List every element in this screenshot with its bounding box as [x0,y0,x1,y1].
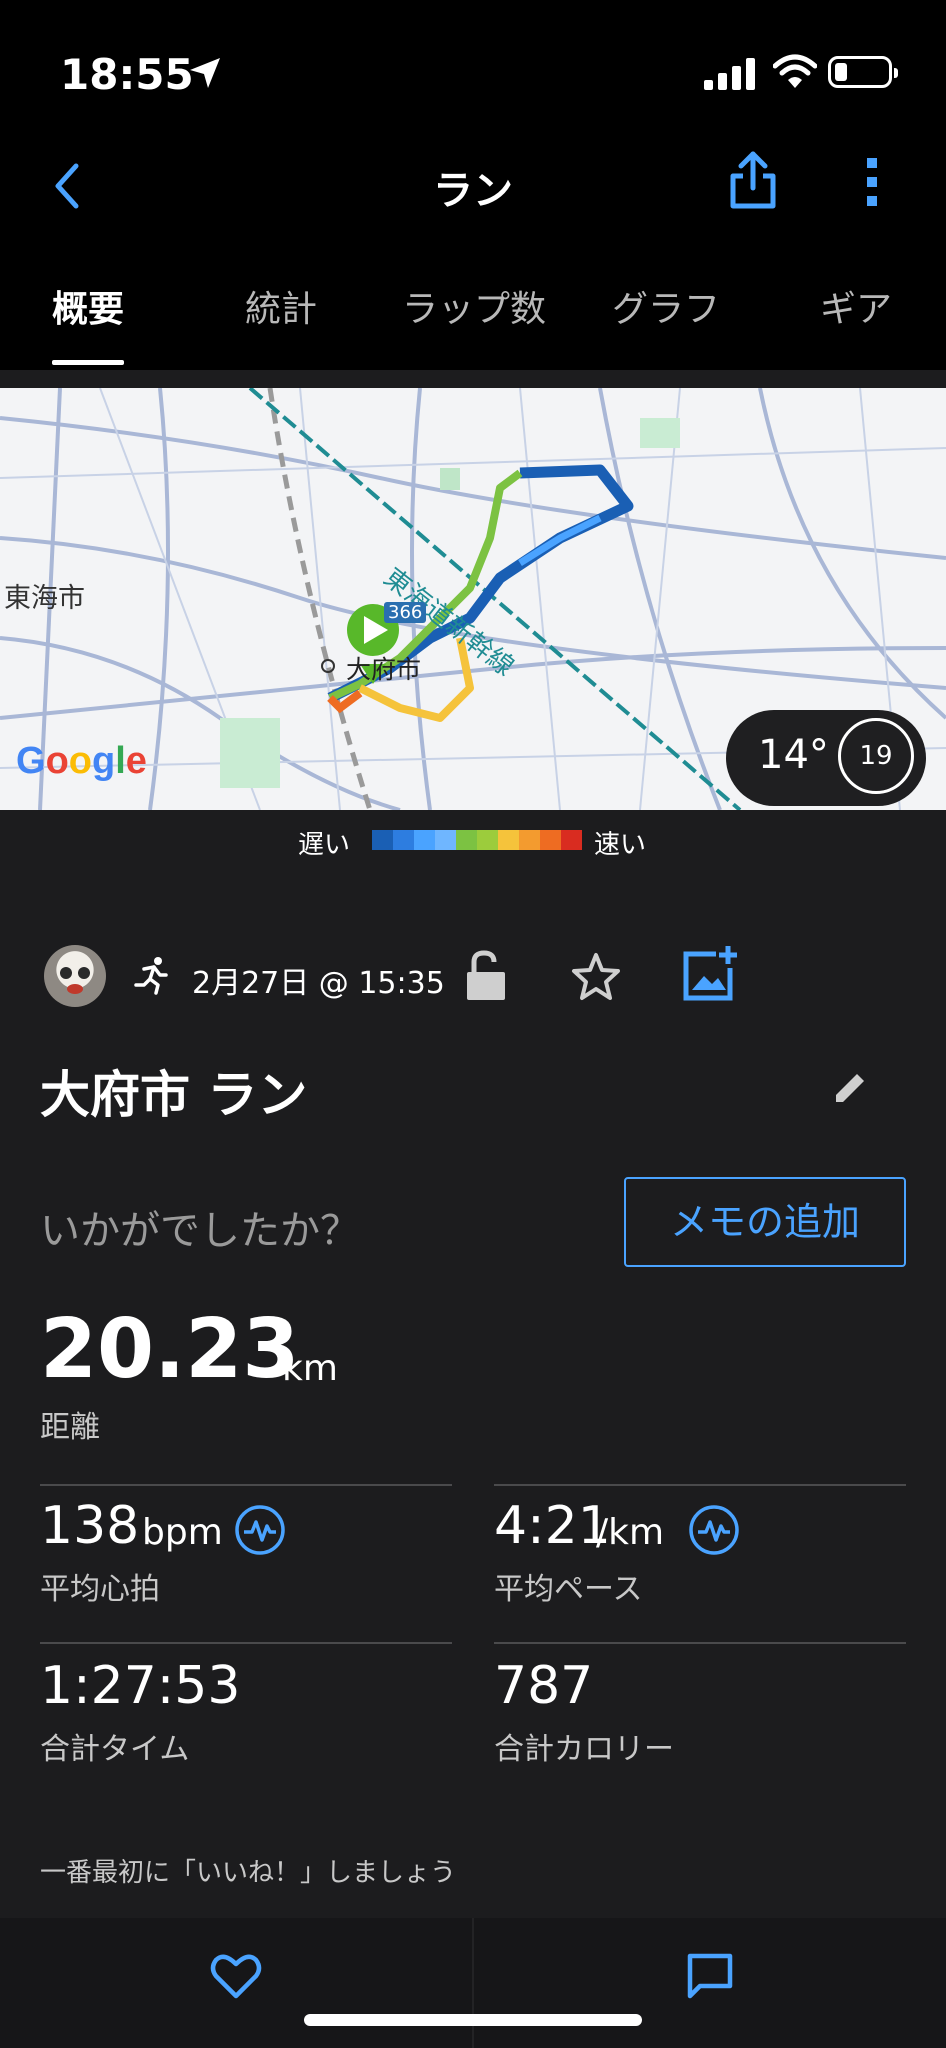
tab-graph[interactable]: グラフ [612,280,720,332]
unlock-icon[interactable] [464,950,508,1002]
legend-swatch [435,830,456,850]
status-time: 18:55 [60,50,194,99]
temperature: 14° [758,732,829,778]
distance-value: 20.23 [40,1302,300,1397]
tab-laps[interactable]: ラップ数 [402,280,546,332]
map-label-tokai: 東海市 [4,583,85,614]
avg-hr-label: 平均心拍 [40,1572,160,1607]
page-title: ラン [433,168,513,214]
heart-icon[interactable] [210,1952,262,2000]
star-icon[interactable] [570,952,622,1002]
battery-icon [828,56,898,88]
distance-unit: km [282,1348,338,1389]
map-label-obu: 大府市 [346,655,422,684]
google-logo: Google [16,740,147,782]
legend-swatch [393,830,414,850]
avg-pace-label: 平均ペース [494,1572,643,1607]
avg-pace-unit: /km [596,1512,665,1553]
tab-gear[interactable]: ギア [820,280,892,332]
calories-value: 787 [494,1656,594,1716]
add-memo-button[interactable]: メモの追加 [624,1177,906,1267]
divider [494,1484,906,1486]
activity-title: 大府市 ラン [40,1066,308,1124]
legend-swatch [477,830,498,850]
tab-bar: 概要 統計 ラップ数 グラフ ギア [0,270,946,370]
tab-stats[interactable]: 統計 [245,280,317,332]
legend-swatch [540,830,561,850]
legend-swatch [498,830,519,850]
distance-label: 距離 [40,1410,100,1445]
legend-fast-label: 速い [594,830,647,860]
feeling-prompt: いかがでしたか？ [40,1208,360,1254]
avg-pace-value: 4:21 [494,1496,611,1556]
avg-hr-value: 138 [40,1496,140,1556]
tab-overview[interactable]: 概要 [52,280,124,332]
divider [494,1642,906,1644]
clock-value: 19 [859,741,893,771]
location-arrow-icon [190,58,220,88]
add-photo-icon[interactable] [682,946,738,1002]
total-time-value: 1:27:53 [40,1656,241,1716]
pace-legend-bar [372,830,582,850]
divider [40,1642,452,1644]
activity-date: 2月27日 @ 15:35 [192,966,445,1001]
calories-label: 合計カロリー [494,1732,674,1767]
share-icon[interactable] [725,148,781,212]
legend-slow-label: 遅い [298,830,351,860]
like-first-prompt: 一番最初に「いいね！」しましょう [40,1858,457,1888]
legend-swatch [561,830,582,850]
running-icon [134,957,168,995]
divider [472,1918,474,2048]
edit-pencil-icon[interactable] [830,1068,870,1108]
legend-swatch [519,830,540,850]
road-shield: 366 [384,602,427,623]
legend-swatch [456,830,477,850]
divider [40,1484,452,1486]
comment-icon[interactable] [686,1952,734,2000]
legend-swatch [414,830,435,850]
avg-hr-unit: bpm [142,1512,223,1553]
wifi-icon [773,54,817,88]
more-vertical-icon[interactable] [860,156,884,208]
active-tab-indicator [52,360,124,365]
pace-chart-icon[interactable] [688,1504,740,1556]
avatar[interactable] [44,945,106,1007]
heart-rate-chart-icon[interactable] [234,1504,286,1556]
home-indicator [304,2014,642,2026]
total-time-label: 合計タイム [40,1732,190,1767]
cellular-signal-icon [704,58,755,90]
legend-swatch [372,830,393,850]
